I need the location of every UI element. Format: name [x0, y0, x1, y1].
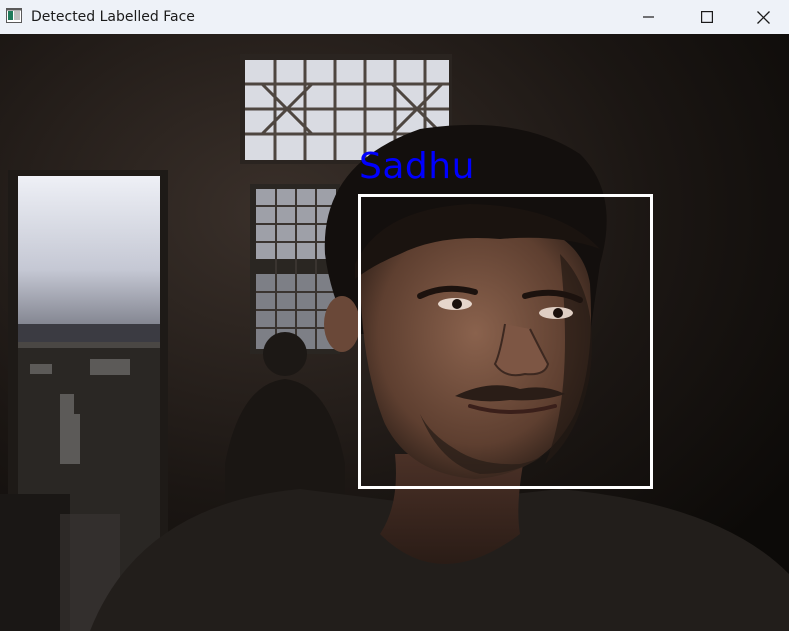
minimize-button[interactable] [620, 0, 678, 34]
close-button[interactable] [737, 0, 789, 34]
detected-face-window: Detected Labelled Face Sadhu [0, 0, 789, 631]
maximize-button[interactable] [678, 0, 736, 34]
title-bar[interactable]: Detected Labelled Face [0, 0, 789, 34]
maximize-icon [701, 11, 713, 23]
camera-frame: Sadhu [0, 34, 789, 631]
window-title: Detected Labelled Face [31, 9, 195, 25]
face-bounding-box [358, 194, 653, 489]
minimize-icon [643, 16, 654, 18]
app-icon [6, 8, 22, 23]
close-icon [756, 10, 770, 24]
face-label: Sadhu [359, 146, 475, 187]
